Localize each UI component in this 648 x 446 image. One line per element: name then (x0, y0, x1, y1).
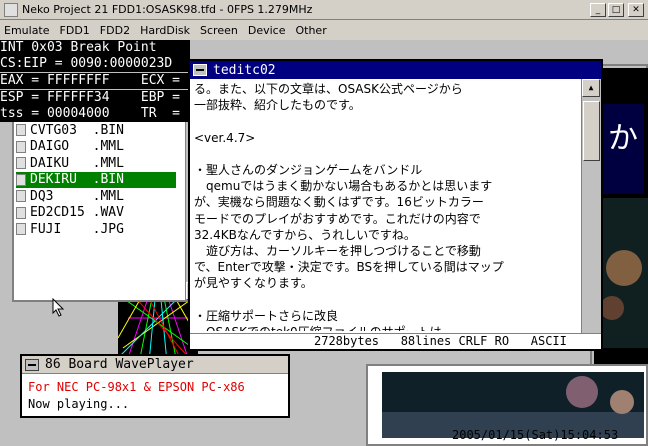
text-editor-scroll-up-button[interactable]: ▲ (582, 79, 600, 97)
text-line: 遊び方は、カーソルキーを押しつづけることで移動 (194, 243, 481, 258)
menu-emulate[interactable]: Emulate (4, 24, 50, 37)
menu-fdd2[interactable]: FDD2 (100, 24, 130, 37)
file-name: FUJI .JPG (30, 221, 124, 237)
close-icon (196, 69, 204, 71)
clock: 2005/01/15(Sat)15:04:53 (452, 428, 619, 442)
file-list-item[interactable]: DQ3 .MML (16, 189, 176, 205)
file-icon (16, 140, 26, 153)
menu-device[interactable]: Device (248, 24, 286, 37)
text-editor-status: 2728bytes 88lines CRLF RO ASCII (190, 333, 601, 349)
wave-player-info: For NEC PC-98x1 & EPSON PC-x86 (28, 380, 245, 394)
file-name: DAIGO .MML (30, 139, 124, 154)
file-list-window[interactable]: CNTDWN3 .BINCVTG03 .BINDAIGO .MMLDAIKU .… (12, 102, 207, 302)
text-line: ・聖人さんのダンジョンゲームをバンドル (194, 162, 423, 177)
file-icon (16, 157, 26, 169)
file-name: ED2CD15 .WAV (30, 205, 124, 220)
wave-player-close-button[interactable] (25, 358, 39, 371)
text-line (194, 146, 580, 162)
file-icon (16, 206, 26, 219)
window-title: Neko Project 21 FDD1:OSASK98.tfd - 0FPS … (22, 3, 313, 16)
text-editor-titlebar[interactable]: teditc02 (190, 61, 601, 79)
text-line: qemuではうまく動かない場合もあるかとは思います (194, 179, 493, 194)
window-titlebar[interactable]: Neko Project 21 FDD1:OSASK98.tfd - 0FPS … (0, 0, 648, 20)
text-editor-scrollbar[interactable]: ▲ (581, 79, 601, 334)
text-editor-scroll-thumb[interactable] (583, 101, 600, 161)
file-icon (16, 124, 26, 136)
file-name: CVTG03 .BIN (30, 122, 124, 138)
text-line: ・圧縮サポートさらに改良 (194, 308, 339, 323)
text-line: <ver.4.7> (194, 130, 256, 145)
text-line (194, 113, 580, 129)
text-line: で、Enterで攻撃・決定です。BSを押している間はマップ (194, 260, 504, 275)
maximize-button[interactable]: □ (608, 3, 624, 17)
file-icon (16, 223, 26, 235)
menu-fdd1[interactable]: FDD1 (60, 24, 90, 37)
close-button[interactable]: ✕ (628, 3, 644, 17)
file-list-item[interactable]: DEKIRU .BIN (16, 172, 176, 188)
file-name: DAIKU .MML (30, 155, 124, 171)
file-icon (16, 173, 26, 186)
text-editor-content[interactable]: る。また、以下の文章は、OSASK公式ページから 一部抜粋、紹介したものです。 <v… (194, 81, 580, 331)
menubar: Emulate FDD1 FDD2 HardDisk Screen Device Other (0, 20, 648, 40)
menu-other[interactable]: Other (295, 24, 326, 37)
text-editor-close-button[interactable] (193, 64, 207, 76)
text-line: る。また、以下の文章は、OSASK公式ページから (194, 82, 463, 96)
text-editor-title: teditc02 (213, 62, 276, 78)
file-icon (16, 190, 26, 202)
wave-player-titlebar[interactable]: 86 Board WavePlayer (22, 356, 288, 374)
mouse-cursor-icon (52, 298, 65, 317)
file-list-item[interactable]: FUJI .JPG (16, 222, 176, 238)
text-line: 32.4KBなんですから、うれしいですね。 (194, 227, 416, 242)
wave-player-status: Now playing... (28, 397, 130, 411)
file-list-item[interactable]: DAIGO .MML (16, 139, 176, 155)
file-name: DQ3 .MML (30, 188, 124, 204)
file-list-item[interactable]: ED2CD15 .WAV (16, 205, 176, 221)
minimize-button[interactable]: _ (590, 3, 606, 17)
text-line (194, 291, 580, 307)
debug-cseip-line: CS:EIP = 0090:0000023D (0, 56, 190, 72)
close-icon (28, 363, 36, 366)
wave-player-title: 86 Board WavePlayer (45, 357, 194, 372)
text-line: が、実機なら問題なく動くはずです。16ビットカラー (194, 195, 484, 210)
text-line: OSASKでのtek0圧縮ファイルのサポートは (194, 324, 580, 331)
file-list-item[interactable]: CVTG03 .BIN (16, 123, 176, 139)
menu-screen[interactable]: Screen (200, 24, 238, 37)
wave-player-window[interactable]: 86 Board WavePlayer For NEC PC-98x1 & EP… (20, 354, 290, 418)
app-icon[interactable] (4, 2, 18, 17)
image-right-char: か (608, 121, 638, 156)
emulator-screen[interactable]: か CNTDWN (0, 40, 648, 446)
file-name: DEKIRU .BIN (30, 172, 124, 187)
text-line: 一部抜粋、紹介したものです。 (194, 98, 361, 113)
text-line: モードでのプレイがおすすめです。これだけの内容で (194, 211, 481, 226)
debug-break-line: INT 0x03 Break Point (0, 40, 190, 56)
text-editor-window[interactable]: teditc02 る。また、以下の文章は、OSASK公式ページから 一部抜粋、紹介… (188, 59, 603, 351)
file-list-item[interactable]: DAIKU .MML (16, 156, 176, 172)
text-line: が見やすくなります。 (194, 276, 313, 291)
menu-harddisk[interactable]: HardDisk (140, 24, 190, 37)
